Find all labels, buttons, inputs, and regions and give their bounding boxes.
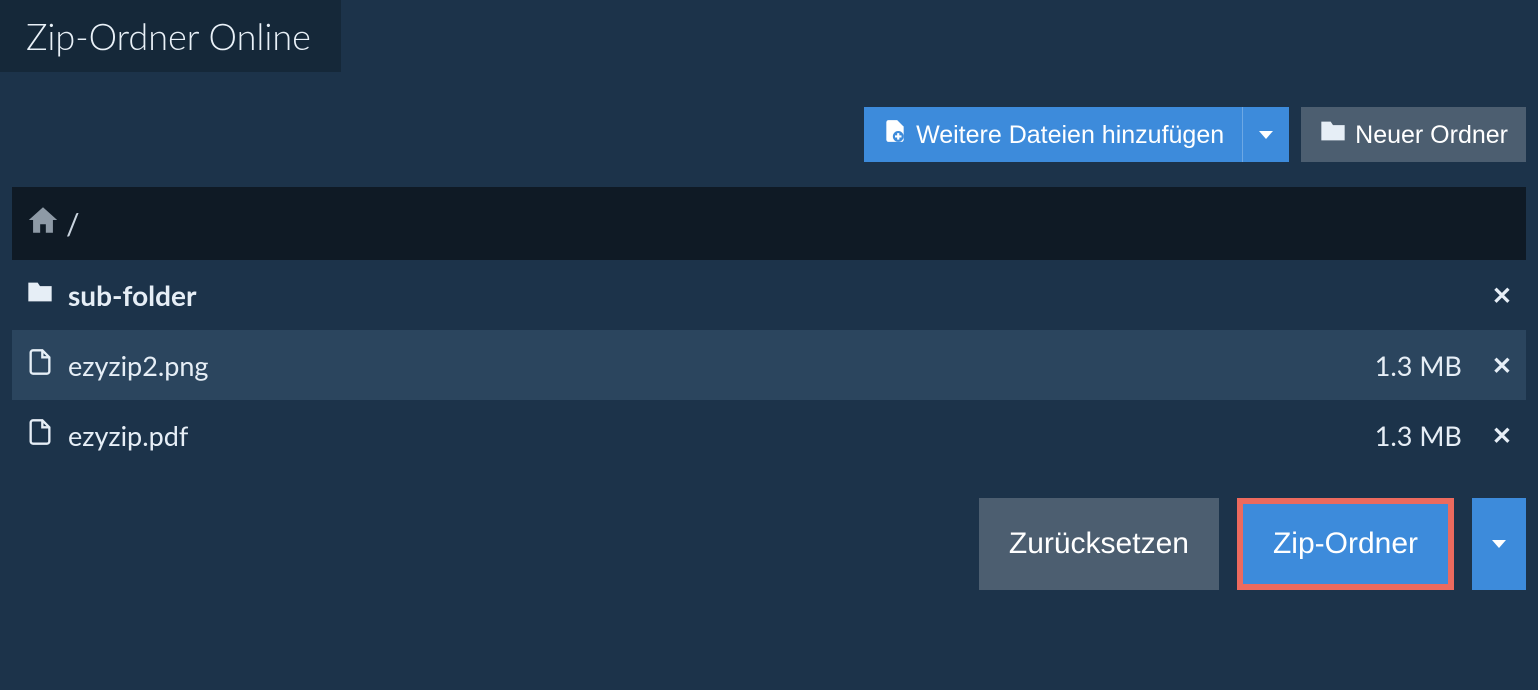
- item-size: 1.3 MB: [1375, 349, 1462, 382]
- item-name: ezyzip2.png: [68, 349, 1361, 382]
- file-list: sub-folder ✕ ezyzip2.png 1.3 MB ✕ ezyzip…: [12, 260, 1526, 470]
- remove-item-button[interactable]: ✕: [1492, 421, 1512, 450]
- item-size: 1.3 MB: [1375, 419, 1462, 452]
- remove-item-button[interactable]: ✕: [1492, 351, 1512, 380]
- folder-icon: [1319, 117, 1347, 152]
- footer-actions: Zurücksetzen Zip-Ordner: [0, 470, 1538, 590]
- breadcrumb: /: [12, 187, 1526, 260]
- zip-button-highlight: Zip-Ordner: [1237, 498, 1454, 590]
- caret-down-icon: [1259, 131, 1273, 139]
- home-icon[interactable]: [26, 203, 60, 244]
- new-folder-button[interactable]: Neuer Ordner: [1301, 107, 1526, 162]
- page-title: Zip-Ordner Online: [0, 0, 341, 72]
- remove-item-button[interactable]: ✕: [1492, 281, 1512, 310]
- list-item[interactable]: sub-folder ✕: [12, 260, 1526, 330]
- file-add-icon: [882, 118, 908, 151]
- folder-icon: [26, 278, 54, 312]
- add-files-dropdown-toggle[interactable]: [1243, 107, 1289, 162]
- item-name: sub-folder: [68, 278, 1478, 312]
- new-folder-label: Neuer Ordner: [1355, 120, 1508, 150]
- add-files-button[interactable]: Weitere Dateien hinzufügen: [864, 107, 1243, 162]
- zip-folder-button[interactable]: Zip-Ordner: [1243, 504, 1448, 584]
- file-icon: [26, 348, 54, 382]
- add-files-label: Weitere Dateien hinzufügen: [916, 120, 1224, 150]
- breadcrumb-separator: /: [66, 206, 80, 242]
- reset-button[interactable]: Zurücksetzen: [979, 498, 1219, 590]
- reset-label: Zurücksetzen: [1009, 526, 1189, 562]
- caret-down-icon: [1492, 540, 1506, 548]
- zip-folder-label: Zip-Ordner: [1273, 526, 1418, 562]
- action-toolbar: Weitere Dateien hinzufügen Neuer Ordner: [0, 72, 1538, 162]
- zip-options-dropdown-toggle[interactable]: [1472, 498, 1526, 590]
- list-item[interactable]: ezyzip.pdf 1.3 MB ✕: [12, 400, 1526, 470]
- add-files-button-group: Weitere Dateien hinzufügen: [864, 107, 1289, 162]
- item-name: ezyzip.pdf: [68, 419, 1361, 452]
- list-item[interactable]: ezyzip2.png 1.3 MB ✕: [12, 330, 1526, 400]
- file-icon: [26, 418, 54, 452]
